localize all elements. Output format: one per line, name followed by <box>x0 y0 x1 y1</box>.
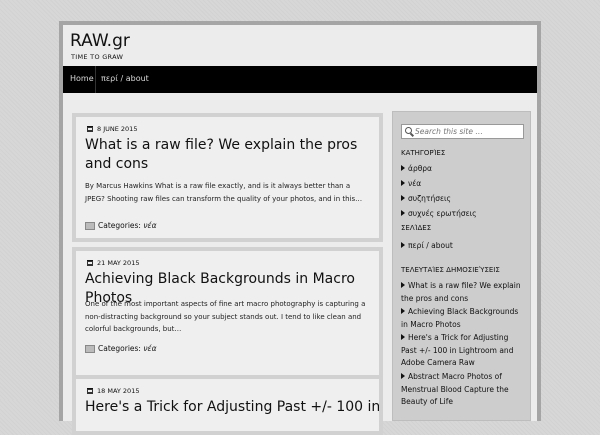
page-wrapper: RAW.gr TIME TO GRAW Home περί / about 8 … <box>59 21 541 435</box>
bullet-icon <box>401 210 405 216</box>
bullet-icon <box>401 165 405 171</box>
recent-post-link[interactable]: What is a raw file? We explain the pros … <box>401 280 523 305</box>
calendar-icon <box>87 388 93 394</box>
bullet-icon <box>401 334 405 340</box>
bullet-icon <box>401 373 405 379</box>
post-date: 21 MAY 2015 <box>87 259 139 267</box>
sidebar-category-link[interactable]: συχνές ερωτήσεις <box>401 209 477 218</box>
post-excerpt: One of the most important aspects of fin… <box>85 300 366 333</box>
site-tagline: TIME TO GRAW <box>71 53 124 61</box>
bullet-icon <box>401 195 405 201</box>
bullet-icon <box>401 180 405 186</box>
post-categories: Categories: νέα <box>85 221 157 230</box>
bullet-icon <box>401 282 405 288</box>
recent-post-link[interactable]: Here's a Trick for Adjusting Past +/- 10… <box>401 332 523 370</box>
post-card: 8 JUNE 2015 What is a raw file? We expla… <box>72 113 383 242</box>
pages-widget-title: ΣΕΛΊΔΕΣ <box>401 224 432 232</box>
sidebar-page-link[interactable]: περί / about <box>401 241 453 250</box>
sidebar-category-link[interactable]: νέα <box>401 179 421 188</box>
recent-post-link[interactable]: Achieving Black Backgrounds in Macro Pho… <box>401 306 523 331</box>
site-header: RAW.gr TIME TO GRAW <box>63 25 537 66</box>
recent-posts-widget-title: ΤΕΛΕΥΤΑΊΕΣ ΔΗΜΟΣΙΕΎΣΕΙΣ <box>401 266 500 274</box>
sidebar-category-link[interactable]: συζητήσεις <box>401 194 451 203</box>
calendar-icon <box>87 260 93 266</box>
folder-icon <box>85 222 95 230</box>
nav-item-home[interactable]: Home <box>70 74 94 83</box>
post-date: 8 JUNE 2015 <box>87 125 137 133</box>
post-title-link[interactable]: What is a raw file? We explain the pros … <box>85 136 375 174</box>
post-title-link[interactable]: Here's a Trick for Adjusting Past +/- 10… <box>85 398 379 417</box>
bullet-icon <box>401 308 405 314</box>
categories-widget-title: ΚΑΤΗΓΟΡΊΕΣ <box>401 149 446 157</box>
sidebar: Search this site … ΚΑΤΗΓΟΡΊΕΣ άρθρα νέα … <box>392 111 531 421</box>
main-nav: Home περί / about <box>63 66 537 93</box>
calendar-icon <box>87 126 93 132</box>
bullet-icon <box>401 242 405 248</box>
nav-item-about[interactable]: περί / about <box>101 74 149 83</box>
post-card: 18 MAY 2015 Here's a Trick for Adjusting… <box>72 375 383 435</box>
site-title-link[interactable]: RAW.gr <box>70 31 130 51</box>
sidebar-category-link[interactable]: άρθρα <box>401 164 432 173</box>
post-card: 21 MAY 2015 Achieving Black Backgrounds … <box>72 247 383 386</box>
folder-icon <box>85 345 95 353</box>
search-icon <box>405 127 412 134</box>
category-link[interactable]: νέα <box>143 344 156 353</box>
post-date: 18 MAY 2015 <box>87 387 139 395</box>
search-input[interactable]: Search this site … <box>401 124 524 139</box>
recent-post-link[interactable]: Abstract Macro Photos of Menstrual Blood… <box>401 371 523 409</box>
post-excerpt: By Marcus Hawkins What is a raw file exa… <box>85 182 363 203</box>
post-categories: Categories: νέα <box>85 344 157 353</box>
nav-divider <box>95 66 96 93</box>
category-link[interactable]: νέα <box>143 221 156 230</box>
